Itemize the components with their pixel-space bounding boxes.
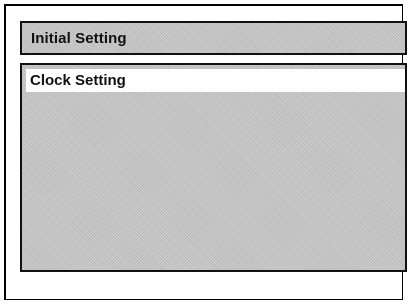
menu-item-label: Clock Setting (30, 72, 126, 89)
page-title: Initial Setting (31, 29, 127, 47)
title-bar: Initial Setting (20, 21, 407, 55)
menu-panel: Clock Setting (20, 63, 407, 272)
menu-item-clock-setting[interactable]: Clock Setting (26, 69, 405, 92)
